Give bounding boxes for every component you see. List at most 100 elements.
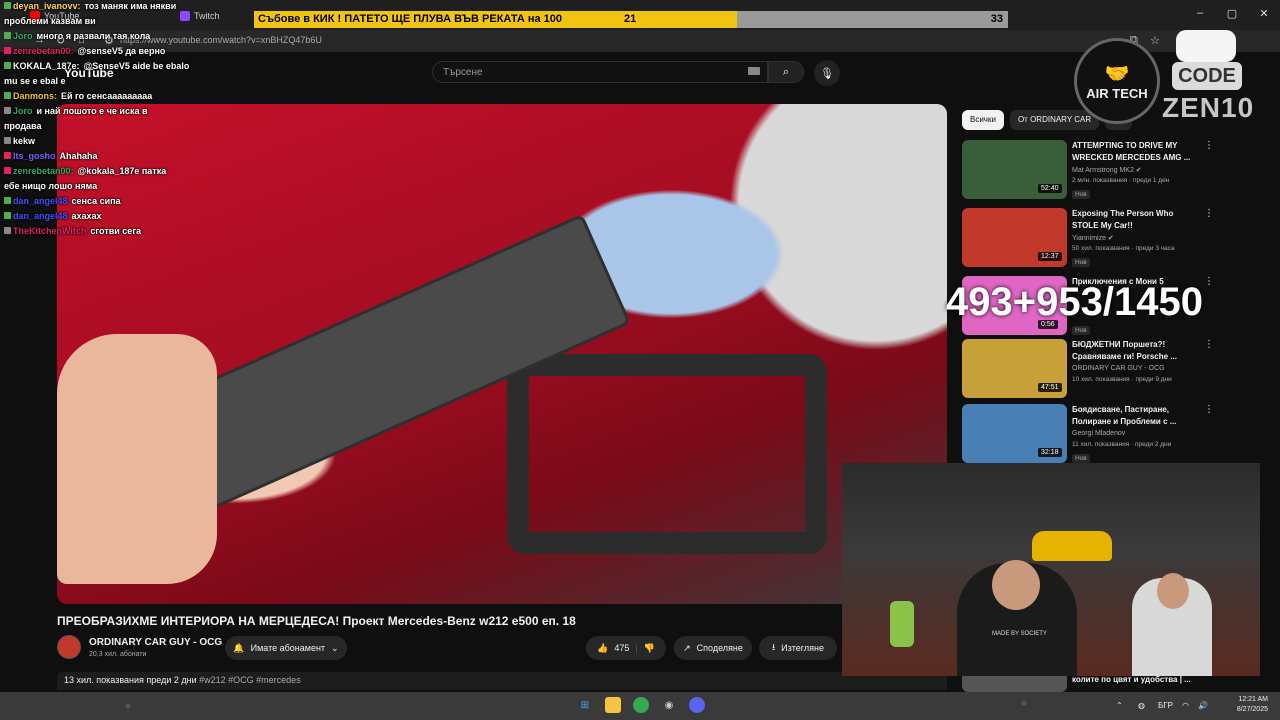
chat-message: deyan_ivanovv: тоз маняк има някви xyxy=(4,1,176,11)
chat-username[interactable]: KOKALA_187e: xyxy=(13,61,80,71)
bookmark-star-icon[interactable]: ☆ xyxy=(1150,34,1160,47)
language-indicator[interactable]: БГР xyxy=(1158,701,1173,710)
search-input[interactable]: Търсене xyxy=(432,61,768,83)
chat-text: сенса сипа xyxy=(71,196,121,206)
channel-avatar[interactable] xyxy=(57,635,81,659)
recommendation-meta: 11 хил. показвания · преди 2 дни xyxy=(1072,441,1172,448)
chrome-icon[interactable] xyxy=(633,697,649,713)
microphone-icon: 🎙 xyxy=(820,67,834,80)
recommendation-duration: 12:37 xyxy=(1038,252,1062,261)
chat-message: Joro и най лошото е че иска в xyxy=(4,106,148,116)
chip-all[interactable]: Всички xyxy=(962,110,1004,130)
chat-badge-icon xyxy=(4,107,11,114)
more-vert-icon[interactable]: ⋮ xyxy=(1204,140,1214,151)
like-count[interactable]: 475 xyxy=(614,643,629,653)
recommendation-item[interactable]: 52:40 ATTEMPTING TO DRIVE MY WRECKED MERC… xyxy=(962,140,1272,202)
chat-username[interactable]: dan_angel48 xyxy=(13,196,68,206)
chat-username[interactable]: Danmons: xyxy=(13,91,57,101)
bell-icon: 🔔 xyxy=(233,642,245,653)
dislike-icon[interactable]: 👎 xyxy=(644,643,655,654)
goal-text: Събове в КИК ! ПАТЕТО ЩЕ ПЛУВА ВЪВ РЕКАТ… xyxy=(258,13,563,25)
chat-username[interactable]: Joro xyxy=(13,106,33,116)
voice-search-button[interactable]: 🎙 xyxy=(814,60,840,86)
recommendation-duration: 32:18 xyxy=(1038,448,1062,457)
recommendation-item[interactable]: 32:18 Боядисване, Пастиране, Полиране и П… xyxy=(962,404,1272,466)
taskbar: ⊞ ◉ ⌃ ◍ БГР ◠ 🔊 12:21 AM 8/27/2025 xyxy=(0,692,1280,720)
chat-badge-icon xyxy=(4,227,11,234)
channel-name[interactable]: ORDINARY CAR GUY - OCG xyxy=(89,637,222,648)
chat-username[interactable]: TheKitchenWitch xyxy=(13,226,86,236)
chat-message: zenrebetan00: @kokala_187e патка xyxy=(4,166,166,176)
promo-code-value: ZEN10 xyxy=(1162,92,1255,123)
keyboard-icon[interactable] xyxy=(748,67,760,75)
recommendation-item[interactable]: 47:51 БЮДЖЕТНИ Поршета?! Сравняваме ги! P… xyxy=(962,339,1272,401)
promo-code-label: CODE xyxy=(1172,62,1242,90)
chat-message: продава xyxy=(4,121,41,131)
volume-icon[interactable]: 🔊 xyxy=(1198,701,1208,710)
tray-chevron-icon[interactable]: ⌃ xyxy=(1116,701,1123,710)
chat-text: kekw xyxy=(13,136,36,146)
more-vert-icon[interactable]: ⋮ xyxy=(1204,404,1214,415)
chat-username[interactable]: deyan_ivanovv: xyxy=(13,1,81,11)
chat-text: ебе нищо лошо няма xyxy=(4,181,98,191)
subscribe-button[interactable]: 🔔 Имате абонамент ⌄ xyxy=(225,636,347,660)
obs-icon[interactable]: ◉ xyxy=(661,697,677,713)
recommendation-item[interactable]: 12:37 Exposing The Person Who STOLE My Ca… xyxy=(962,208,1272,270)
screen: YouTube Twitch – ▢ ✕ → ↻ ⌂ ⚙ https://www… xyxy=(0,0,1280,720)
video-title: ПРЕОБРАЗИХМЕ ИНТЕРИОРА НА МЕРЦЕДЕСА! Про… xyxy=(57,614,576,628)
clock[interactable]: 12:21 AM 8/27/2025 xyxy=(1237,695,1268,715)
download-button[interactable]: ⭳ Изтегляне xyxy=(759,636,837,660)
new-badge: Нов xyxy=(1072,326,1090,335)
wifi-icon[interactable]: ◠ xyxy=(1182,701,1189,710)
minimize-icon[interactable]: – xyxy=(1184,0,1216,26)
chat-username[interactable]: dan_angel48 xyxy=(13,211,68,221)
close-icon[interactable]: ✕ xyxy=(1248,0,1280,26)
recommendation-channel[interactable]: Mat Armstrong MK2 ✔ xyxy=(1072,166,1142,174)
video-description[interactable]: 13 хил. показвания преди 2 дни #w212 #OC… xyxy=(57,672,947,690)
chat-text: ахахах xyxy=(71,211,102,221)
goal-current: 21 xyxy=(624,13,637,25)
webcam-bottle xyxy=(890,601,914,647)
subscriber-count: 20,3 хил. абонати xyxy=(89,651,147,658)
donation-counter: 493+953/1450 xyxy=(946,280,1203,324)
maximize-icon[interactable]: ▢ xyxy=(1216,0,1248,26)
chat-badge-icon xyxy=(4,47,11,54)
recommendation-duration: 47:51 xyxy=(1038,383,1062,392)
search-button[interactable]: ⌕ xyxy=(768,61,804,83)
file-explorer-icon[interactable] xyxy=(605,697,621,713)
recommendation-meta: 10 хил. показвания · преди 9 дни xyxy=(1072,376,1172,383)
chat-badge-icon xyxy=(4,92,11,99)
handshake-icon: 🤝 xyxy=(1104,63,1130,85)
discord-icon[interactable] xyxy=(689,697,705,713)
chip-from-channel[interactable]: От ORDINARY CAR xyxy=(1009,110,1100,130)
chat-message: zenrebetan00: @senseV5 да верно xyxy=(4,46,165,56)
chat-text: @SenseV5 aide be ebalo xyxy=(83,61,190,71)
network-icon[interactable]: ◍ xyxy=(1138,701,1145,710)
hashtags[interactable]: #w212 #OCG #mercedes xyxy=(199,675,301,685)
chat-username[interactable]: lts_gosho xyxy=(13,151,56,161)
chat-username[interactable]: zenrebetan00: xyxy=(13,166,74,176)
video-frame-hand xyxy=(57,334,217,584)
recommendation-channel[interactable]: Georgi Mladenov xyxy=(1072,430,1125,437)
share-button[interactable]: ↗ Споделяне xyxy=(674,636,752,660)
start-windows-icon[interactable]: ⊞ xyxy=(577,697,593,713)
chat-message: dan_angel48 сенса сипа xyxy=(4,196,121,206)
stream-chat-overlay: deyan_ivanovv: тоз маняк има някви проблем… xyxy=(0,0,262,250)
chevron-down-icon: ⌄ xyxy=(331,642,339,653)
new-badge: Нов xyxy=(1072,258,1090,267)
chat-message: mu se e ebal e xyxy=(4,76,66,86)
more-vert-icon[interactable]: ⋮ xyxy=(1204,339,1214,350)
chat-text: проблеми казвам ви xyxy=(4,16,96,26)
like-dislike-group: 👍 475 | 👎 xyxy=(586,636,666,660)
recommendation-channel[interactable]: Yiannimize ✔ xyxy=(1072,234,1114,242)
chat-username[interactable]: Joro xyxy=(13,31,33,41)
more-vert-icon[interactable]: ⋮ xyxy=(1204,208,1214,219)
like-icon[interactable]: 👍 xyxy=(597,643,608,654)
recommendation-channel[interactable]: ORDINARY CAR GUY - OCG xyxy=(1072,365,1165,372)
chat-text: тоз маняк има някви xyxy=(84,1,177,11)
more-vert-icon[interactable]: ⋮ xyxy=(1204,276,1214,287)
recommendation-duration: 52:40 xyxy=(1038,184,1062,193)
chat-username[interactable]: zenrebetan00: xyxy=(13,46,74,56)
chat-text: Ahahaha xyxy=(59,151,98,161)
chat-badge-icon xyxy=(4,212,11,219)
